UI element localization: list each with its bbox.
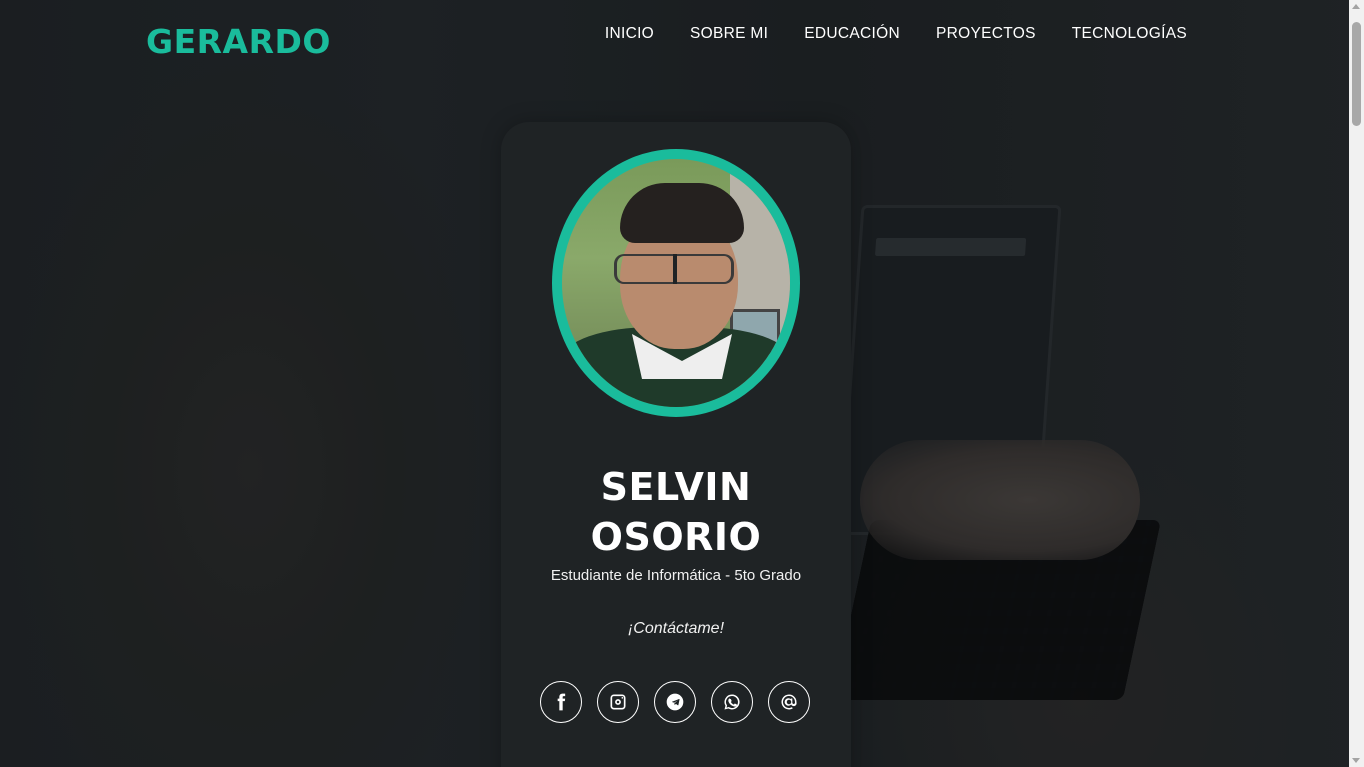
profile-avatar xyxy=(552,149,800,417)
top-navigation: GERARDO INICIO SOBRE MI EDUCACIÓN PROYEC… xyxy=(0,0,1349,80)
scroll-thumb[interactable] xyxy=(1352,22,1361,126)
instagram-button[interactable] xyxy=(597,681,639,723)
social-links xyxy=(540,681,810,723)
nav-tecnologias[interactable]: TECNOLOGÍAS xyxy=(1072,24,1187,44)
contact-label: ¡Contáctame! xyxy=(627,620,725,637)
nav-sobre-mi[interactable]: SOBRE MI xyxy=(690,24,768,44)
email-button[interactable] xyxy=(768,681,810,723)
telegram-icon xyxy=(666,693,684,711)
facebook-button[interactable] xyxy=(540,681,582,723)
nav-inicio[interactable]: INICIO xyxy=(605,24,654,44)
profile-card: SELVIN OSORIO Estudiante de Informática … xyxy=(501,122,851,767)
profile-name: SELVIN OSORIO xyxy=(501,462,851,562)
profile-role: Estudiante de Informática - 5to Grado xyxy=(550,567,802,584)
profile-photo xyxy=(562,159,790,407)
site-logo[interactable]: GERARDO xyxy=(146,22,331,61)
scroll-up-icon[interactable] xyxy=(1352,4,1360,9)
whatsapp-icon xyxy=(724,694,740,710)
vertical-scrollbar[interactable] xyxy=(1349,0,1364,767)
nav-educacion[interactable]: EDUCACIÓN xyxy=(804,24,900,44)
profile-last-name: OSORIO xyxy=(590,515,762,559)
email-icon xyxy=(781,694,797,710)
main-menu: INICIO SOBRE MI EDUCACIÓN PROYECTOS TECN… xyxy=(569,24,1187,44)
profile-first-name: SELVIN xyxy=(600,465,752,509)
facebook-icon xyxy=(557,693,566,711)
whatsapp-button[interactable] xyxy=(711,681,753,723)
instagram-icon xyxy=(610,694,626,710)
scroll-down-icon[interactable] xyxy=(1352,758,1360,763)
telegram-button[interactable] xyxy=(654,681,696,723)
nav-proyectos[interactable]: PROYECTOS xyxy=(936,24,1036,44)
